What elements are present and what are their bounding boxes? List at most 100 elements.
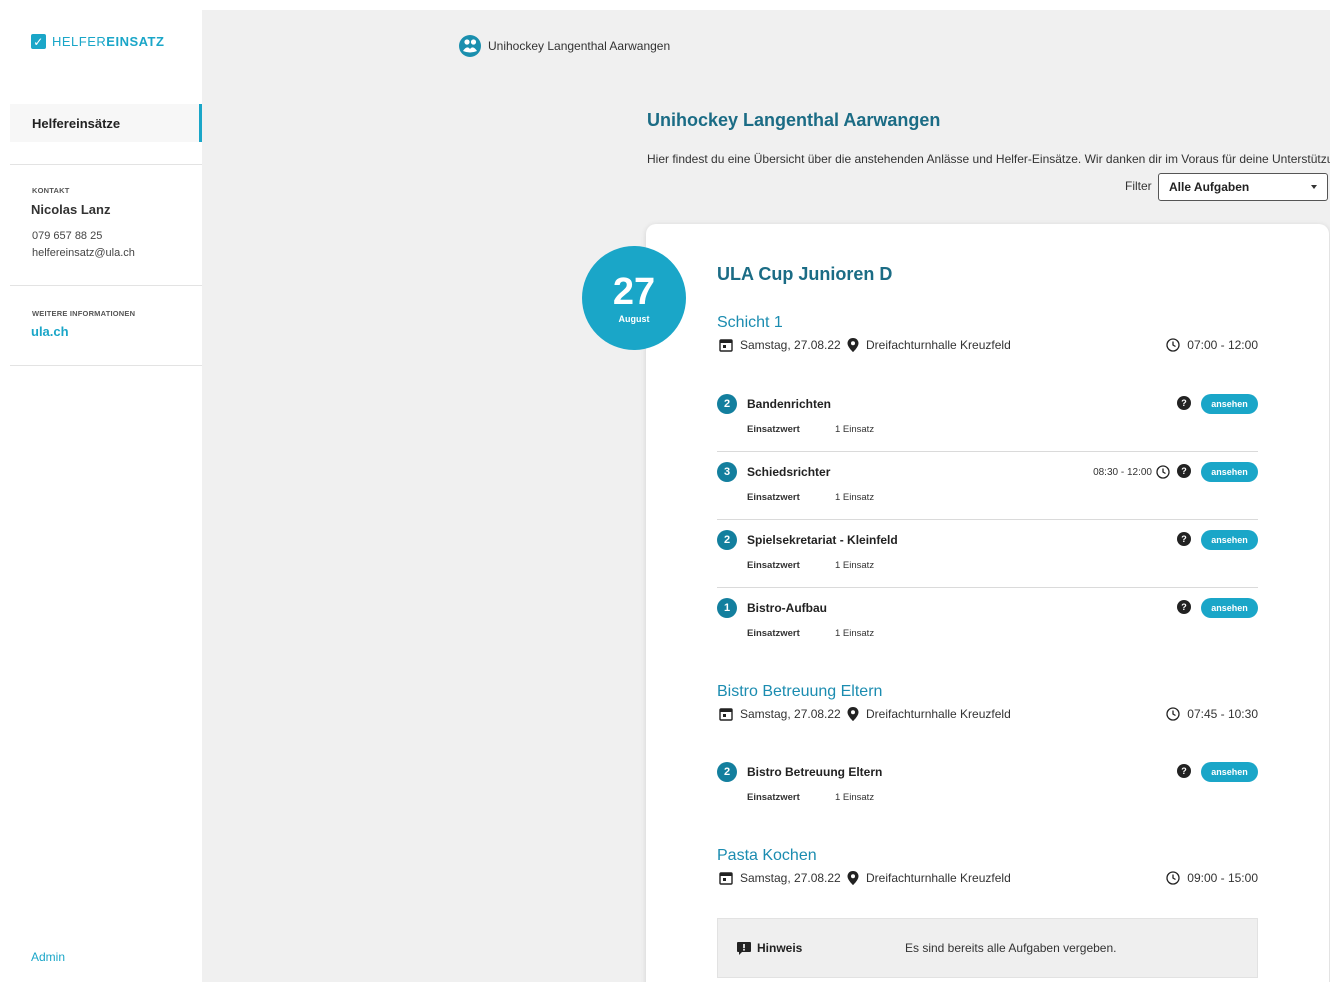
contact-label: KONTAKT: [32, 186, 70, 195]
task-row: 3 Schiedsrichter Einsatzwert 1 Einsatz 0…: [717, 452, 1258, 520]
logo-text-helfer: HELFER: [52, 34, 107, 49]
task-count-badge: 2: [717, 762, 737, 782]
shift-location-text: Dreifachturnhalle Kreuzfeld: [866, 707, 1011, 721]
calendar-icon: [719, 872, 733, 885]
shift-meta: Samstag, 27.08.22 Dreifachturnhalle Kreu…: [717, 338, 1258, 358]
question-icon[interactable]: ?: [1177, 396, 1191, 410]
event-title: ULA Cup Junioren D: [717, 264, 893, 284]
org-logo-icon: [459, 35, 481, 57]
task-name: Schiedsrichter: [747, 465, 831, 479]
shift-title: Schicht 1: [717, 314, 783, 331]
divider: [10, 365, 202, 366]
task-einsatzwert-value: 1 Einsatz: [835, 560, 875, 571]
task-einsatzwert-value: 1 Einsatz: [835, 492, 875, 503]
question-icon[interactable]: ?: [1177, 464, 1191, 478]
event-card: ULA Cup Junioren D Schicht 1 Samstag, 27…: [646, 224, 1329, 982]
task-count-badge: 1: [717, 598, 737, 618]
shift-time: 07:00 - 12:00: [1166, 338, 1258, 352]
contact-name: Nicolas Lanz: [31, 202, 111, 217]
info-link[interactable]: ula.ch: [31, 324, 69, 339]
filter-label: Filter: [1125, 179, 1152, 193]
view-task-button[interactable]: ansehen: [1201, 598, 1258, 618]
question-icon[interactable]: ?: [1177, 764, 1191, 778]
logo-text-einsatz: EINSATZ: [106, 34, 165, 49]
divider: [10, 285, 202, 286]
nav-item-helfereinsaetze[interactable]: Helfereinsätze: [10, 104, 202, 142]
shift-location-text: Dreifachturnhalle Kreuzfeld: [866, 338, 1011, 352]
question-icon[interactable]: ?: [1177, 532, 1191, 546]
admin-link[interactable]: Admin: [31, 950, 65, 964]
task-time: 08:30 - 12:00: [1093, 465, 1170, 479]
task-row: 2 Spielsekretariat - Kleinfeld Einsatzwe…: [717, 520, 1258, 588]
shift-time-text: 07:45 - 10:30: [1187, 707, 1258, 721]
task-count-badge: 2: [717, 394, 737, 414]
shift-location: Dreifachturnhalle Kreuzfeld: [847, 707, 1011, 721]
hint-text: Es sind bereits alle Aufgaben vergeben.: [905, 941, 1117, 955]
shift-title: Pasta Kochen: [717, 847, 817, 864]
caret-down-icon: [1311, 185, 1317, 189]
location-pin-icon: [847, 338, 859, 352]
calendar-icon: [719, 708, 733, 721]
event-month: August: [618, 314, 650, 324]
shift-time: 09:00 - 15:00: [1166, 871, 1258, 885]
calendar-icon: [719, 339, 733, 352]
shift-location: Dreifachturnhalle Kreuzfeld: [847, 871, 1011, 885]
task-count-badge: 3: [717, 462, 737, 482]
clock-icon: [1166, 707, 1180, 721]
shift-date: Samstag, 27.08.22: [719, 707, 841, 721]
task-einsatzwert-value: 1 Einsatz: [835, 628, 875, 639]
task-einsatzwert-label: Einsatzwert: [747, 792, 800, 803]
intro-text: Hier findest du eine Übersicht über die …: [647, 152, 1330, 166]
event-day: 27: [612, 271, 656, 313]
main-content: Unihockey Langenthal Aarwangen Unihockey…: [202, 10, 1330, 982]
view-task-button[interactable]: ansehen: [1201, 530, 1258, 550]
sidebar: ✓ HELFEREINSATZ Helfereinsätze KONTAKT N…: [0, 0, 202, 982]
hint-box: Hinweis Es sind bereits alle Aufgaben ve…: [717, 918, 1258, 978]
org-name: Unihockey Langenthal Aarwangen: [488, 39, 671, 53]
view-task-button[interactable]: ansehen: [1201, 762, 1258, 782]
task-einsatzwert-label: Einsatzwert: [747, 492, 800, 503]
info-label: WEITERE INFORMATIONEN: [32, 309, 136, 318]
task-row: 1 Bistro-Aufbau Einsatzwert 1 Einsatz ? …: [717, 588, 1258, 656]
shift-location-text: Dreifachturnhalle Kreuzfeld: [866, 871, 1011, 885]
shift-location: Dreifachturnhalle Kreuzfeld: [847, 338, 1011, 352]
shift-date-text: Samstag, 27.08.22: [740, 338, 841, 352]
clock-icon: [1156, 465, 1170, 479]
view-task-button[interactable]: ansehen: [1201, 462, 1258, 482]
contact-phone[interactable]: 079 657 88 25: [32, 230, 102, 242]
shift-time-text: 07:00 - 12:00: [1187, 338, 1258, 352]
task-einsatzwert-label: Einsatzwert: [747, 628, 800, 639]
hint-title-text: Hinweis: [757, 941, 803, 955]
filter-select[interactable]: Alle Aufgaben: [1158, 173, 1328, 201]
task-name: Bandenrichten: [747, 397, 832, 411]
shift-header: Pasta Kochen Samstag, 27.08.22 Dreifacht…: [717, 847, 1258, 891]
task-name: Bistro Betreuung Eltern: [747, 765, 883, 779]
task-name: Bistro-Aufbau: [747, 601, 827, 615]
location-pin-icon: [847, 871, 859, 885]
task-einsatzwert-value: 1 Einsatz: [835, 424, 875, 435]
task-einsatzwert-label: Einsatzwert: [747, 560, 800, 571]
location-pin-icon: [847, 707, 859, 721]
task-row: 2 Bandenrichten Einsatzwert 1 Einsatz ? …: [717, 384, 1258, 452]
task-einsatzwert-value: 1 Einsatz: [835, 792, 875, 803]
divider: [10, 164, 202, 165]
shift-header: Bistro Betreuung Eltern Samstag, 27.08.2…: [717, 683, 1258, 727]
task-row: 2 Bistro Betreuung Eltern Einsatzwert 1 …: [717, 752, 1258, 820]
shift-time: 07:45 - 10:30: [1166, 707, 1258, 721]
task-einsatzwert-label: Einsatzwert: [747, 424, 800, 435]
shift-title: Bistro Betreuung Eltern: [717, 683, 883, 700]
task-name: Spielsekretariat - Kleinfeld: [747, 533, 898, 547]
shift-meta: Samstag, 27.08.22 Dreifachturnhalle Kreu…: [717, 707, 1258, 727]
contact-email[interactable]: helfereinsatz@ula.ch: [32, 247, 135, 259]
app-logo[interactable]: ✓ HELFEREINSATZ: [31, 34, 164, 49]
alert-icon: [737, 941, 751, 955]
event-date-badge: 27 August: [582, 246, 686, 350]
check-icon: ✓: [31, 34, 46, 49]
shift-date: Samstag, 27.08.22: [719, 871, 841, 885]
hint-title: Hinweis: [737, 941, 802, 955]
view-task-button[interactable]: ansehen: [1201, 394, 1258, 414]
question-icon[interactable]: ?: [1177, 600, 1191, 614]
task-count-badge: 2: [717, 530, 737, 550]
shift-time-text: 09:00 - 15:00: [1187, 871, 1258, 885]
org-header[interactable]: Unihockey Langenthal Aarwangen: [459, 35, 670, 57]
